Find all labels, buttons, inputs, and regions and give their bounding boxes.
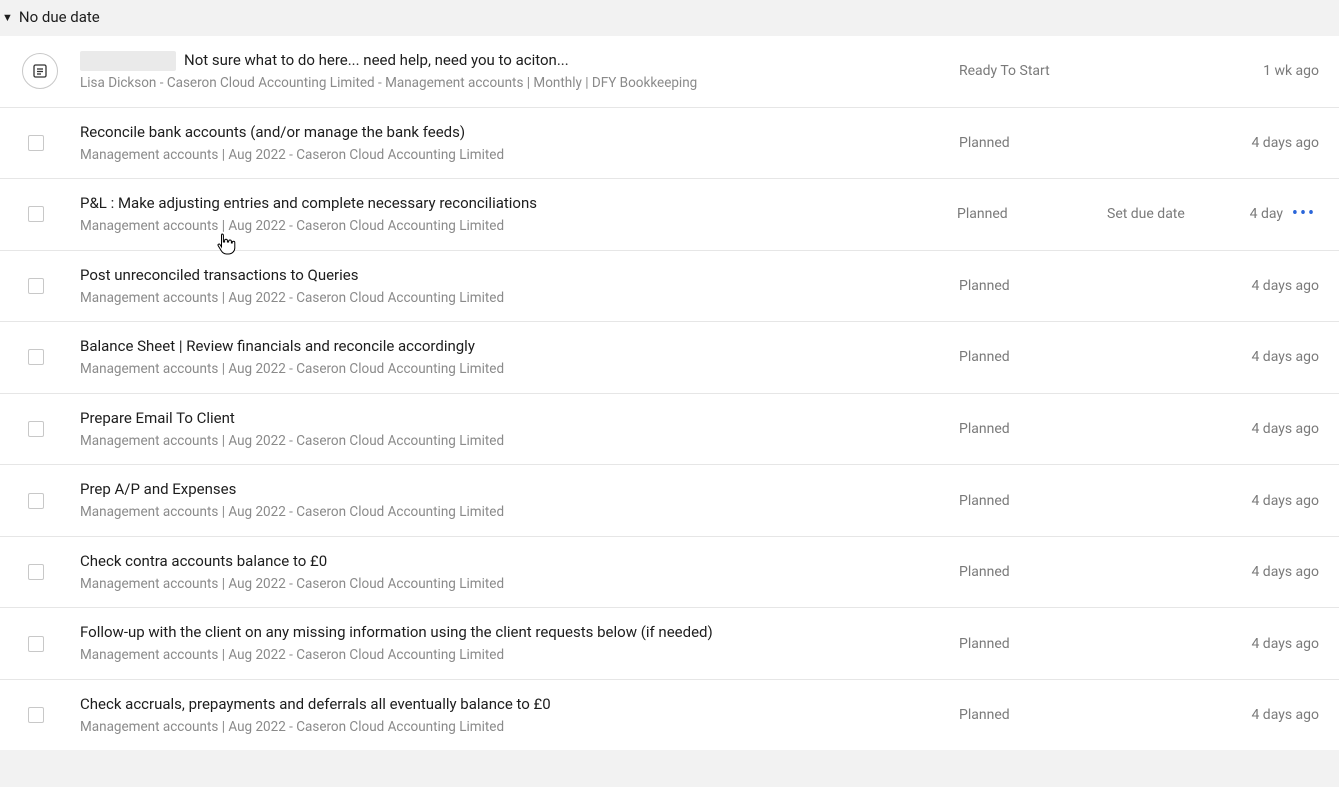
more-menu-button[interactable]: ••• — [1289, 205, 1319, 223]
task-subtitle: Management accounts | Aug 2022 - Caseron… — [80, 361, 943, 379]
task-status[interactable]: Planned — [959, 636, 1109, 652]
task-title[interactable]: Follow-up with the client on any missing… — [80, 622, 943, 643]
task-checkbox[interactable] — [28, 278, 44, 294]
note-icon[interactable] — [22, 53, 58, 89]
task-subtitle: Management accounts | Aug 2022 - Caseron… — [80, 719, 943, 737]
task-checkbox[interactable] — [28, 421, 44, 437]
task-list: Not sure what to do here... need help, n… — [0, 36, 1339, 750]
task-title-text: P&L : Make adjusting entries and complet… — [80, 193, 537, 214]
task-age: 4 days ago — [1229, 278, 1319, 294]
task-title[interactable]: Check accruals, prepayments and deferral… — [80, 694, 943, 715]
task-checkbox[interactable] — [28, 564, 44, 580]
task-status[interactable]: Planned — [959, 349, 1109, 365]
task-title-text: Not sure what to do here... need help, n… — [184, 50, 569, 71]
task-title[interactable]: Balance Sheet | Review financials and re… — [80, 336, 943, 357]
task-row[interactable]: Follow-up with the client on any missing… — [0, 607, 1339, 679]
task-title-text: Follow-up with the client on any missing… — [80, 622, 713, 643]
task-age: 4 day — [1227, 206, 1283, 222]
task-subtitle: Management accounts | Aug 2022 - Caseron… — [80, 218, 941, 236]
task-status[interactable]: Planned — [957, 206, 1107, 222]
task-title[interactable]: Post unreconciled transactions to Querie… — [80, 265, 943, 286]
task-title[interactable]: P&L : Make adjusting entries and complet… — [80, 193, 941, 214]
task-row[interactable]: Check accruals, prepayments and deferral… — [0, 679, 1339, 751]
task-row[interactable]: Check contra accounts balance to £0 Manag… — [0, 536, 1339, 608]
task-status[interactable]: Planned — [959, 564, 1109, 580]
task-checkbox[interactable] — [28, 707, 44, 723]
task-row[interactable]: P&L : Make adjusting entries and complet… — [0, 178, 1339, 250]
task-subtitle: Lisa Dickson - Caseron Cloud Accounting … — [80, 75, 943, 93]
task-status[interactable]: Planned — [959, 421, 1109, 437]
task-title[interactable]: Reconcile bank accounts (and/or manage t… — [80, 122, 943, 143]
task-title[interactable]: Prepare Email To Client — [80, 408, 943, 429]
task-age: 4 days ago — [1229, 636, 1319, 652]
task-title[interactable]: Prep A/P and Expenses — [80, 479, 943, 500]
task-age: 1 wk ago — [1229, 63, 1319, 79]
task-title-text: Check accruals, prepayments and deferral… — [80, 694, 551, 715]
task-subtitle: Management accounts | Aug 2022 - Caseron… — [80, 647, 943, 665]
task-status[interactable]: Planned — [959, 278, 1109, 294]
task-row[interactable]: Balance Sheet | Review financials and re… — [0, 321, 1339, 393]
more-icon: ••• — [1292, 205, 1316, 223]
task-subtitle: Management accounts | Aug 2022 - Caseron… — [80, 504, 943, 522]
task-status[interactable]: Planned — [959, 707, 1109, 723]
task-status[interactable]: Ready To Start — [959, 63, 1109, 79]
task-row[interactable]: Not sure what to do here... need help, n… — [0, 36, 1339, 107]
task-title-text: Prepare Email To Client — [80, 408, 235, 429]
task-checkbox[interactable] — [28, 493, 44, 509]
task-checkbox[interactable] — [28, 206, 44, 222]
task-age: 4 days ago — [1229, 493, 1319, 509]
task-checkbox[interactable] — [28, 636, 44, 652]
task-subtitle: Management accounts | Aug 2022 - Caseron… — [80, 576, 943, 594]
chevron-down-icon: ▼ — [2, 11, 13, 24]
task-status[interactable]: Planned — [959, 135, 1109, 151]
section-title: No due date — [19, 8, 100, 26]
task-title-text: Post unreconciled transactions to Querie… — [80, 265, 358, 286]
section-header-no-due-date[interactable]: ▼ No due date — [0, 0, 1339, 34]
task-age: 4 days ago — [1229, 135, 1319, 151]
task-checkbox[interactable] — [28, 349, 44, 365]
task-title-text: Check contra accounts balance to £0 — [80, 551, 327, 572]
task-checkbox[interactable] — [28, 135, 44, 151]
task-title-text: Prep A/P and Expenses — [80, 479, 236, 500]
set-due-date-button[interactable]: Set due date — [1107, 206, 1227, 222]
task-title[interactable]: Not sure what to do here... need help, n… — [80, 50, 943, 71]
task-subtitle: Management accounts | Aug 2022 - Caseron… — [80, 433, 943, 451]
task-row[interactable]: Reconcile bank accounts (and/or manage t… — [0, 107, 1339, 179]
task-title-text: Balance Sheet | Review financials and re… — [80, 336, 475, 357]
task-title[interactable]: Check contra accounts balance to £0 — [80, 551, 943, 572]
task-subtitle: Management accounts | Aug 2022 - Caseron… — [80, 147, 943, 165]
task-row[interactable]: Post unreconciled transactions to Querie… — [0, 250, 1339, 322]
task-age: 4 days ago — [1229, 349, 1319, 365]
task-age: 4 days ago — [1229, 421, 1319, 437]
task-subtitle: Management accounts | Aug 2022 - Caseron… — [80, 290, 943, 308]
redacted-block — [80, 51, 176, 71]
task-status[interactable]: Planned — [959, 493, 1109, 509]
task-age: 4 days ago — [1229, 564, 1319, 580]
task-row[interactable]: Prep A/P and Expenses Management accounts… — [0, 464, 1339, 536]
task-row[interactable]: Prepare Email To Client Management accoun… — [0, 393, 1339, 465]
task-title-text: Reconcile bank accounts (and/or manage t… — [80, 122, 465, 143]
task-age: 4 days ago — [1229, 707, 1319, 723]
